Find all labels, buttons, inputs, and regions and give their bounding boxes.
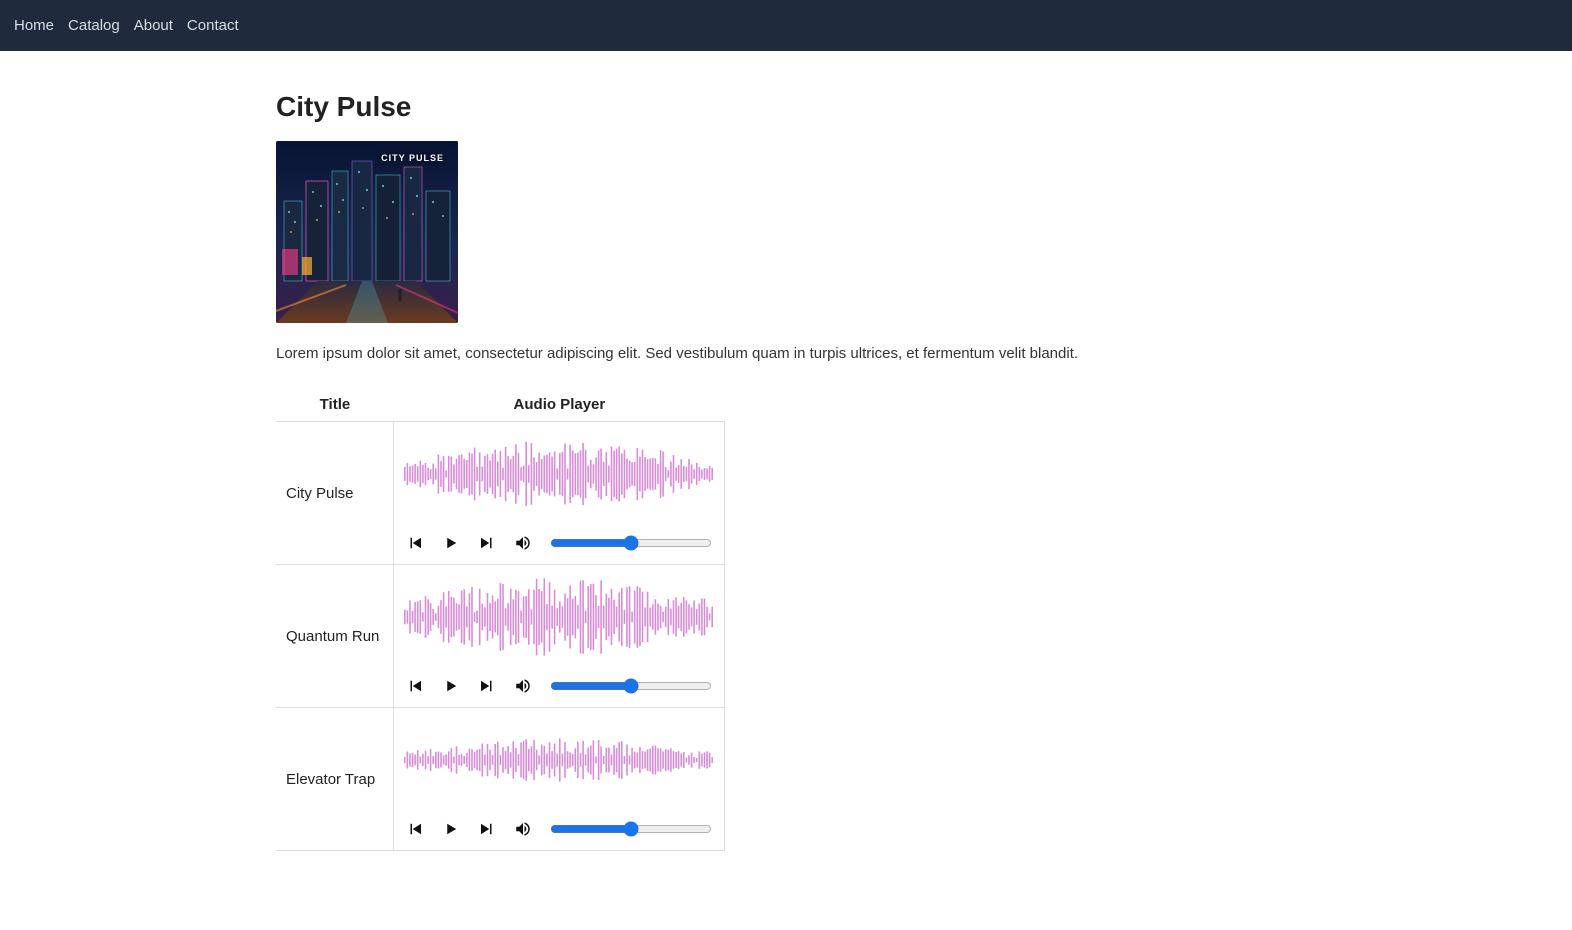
volume-slider[interactable] (550, 535, 712, 551)
play-icon[interactable] (442, 820, 460, 838)
volume-icon[interactable] (514, 677, 532, 695)
next-icon[interactable] (478, 820, 496, 838)
track-table: Title Audio Player City Pulse Quantum Ru… (276, 388, 725, 851)
page-title: City Pulse (276, 91, 1296, 123)
player-controls (404, 534, 714, 556)
track-title-cell: Elevator Trap (276, 708, 394, 851)
waveform[interactable] (404, 573, 714, 661)
player-controls (404, 820, 714, 842)
table-row: City Pulse (276, 422, 725, 565)
next-icon[interactable] (478, 677, 496, 695)
album-art: CITY PULSE (276, 141, 458, 323)
track-title-cell: City Pulse (276, 422, 394, 565)
album-art-svg (276, 141, 458, 323)
volume-icon[interactable] (514, 820, 532, 838)
previous-icon[interactable] (406, 820, 424, 838)
play-icon[interactable] (442, 677, 460, 695)
table-header-player: Audio Player (394, 388, 725, 422)
album-description: Lorem ipsum dolor sit amet, consectetur … (276, 345, 1296, 362)
play-icon[interactable] (442, 534, 460, 552)
table-row: Quantum Run (276, 565, 725, 708)
nav-about[interactable]: About (134, 17, 173, 34)
previous-icon[interactable] (406, 677, 424, 695)
next-icon[interactable] (478, 534, 496, 552)
previous-icon[interactable] (406, 534, 424, 552)
main-container: City Pulse (256, 51, 1316, 871)
waveform[interactable] (404, 430, 714, 518)
nav-home[interactable]: Home (14, 17, 54, 34)
player-controls (404, 677, 714, 699)
audio-player-cell (394, 565, 725, 708)
track-title: Quantum Run (286, 628, 379, 645)
waveform[interactable] (404, 716, 714, 804)
album-art-title: CITY PULSE (381, 153, 444, 163)
audio-player-cell (394, 708, 725, 851)
track-title-cell: Quantum Run (276, 565, 394, 708)
track-title: City Pulse (286, 485, 354, 502)
volume-icon[interactable] (514, 534, 532, 552)
track-title: Elevator Trap (286, 771, 375, 788)
volume-slider[interactable] (550, 678, 712, 694)
nav-contact[interactable]: Contact (187, 17, 239, 34)
nav-catalog[interactable]: Catalog (68, 17, 120, 34)
volume-slider[interactable] (550, 821, 712, 837)
audio-player-cell (394, 422, 725, 565)
table-header-title: Title (276, 388, 394, 422)
top-navbar: Home Catalog About Contact (0, 0, 1572, 51)
table-row: Elevator Trap (276, 708, 725, 851)
